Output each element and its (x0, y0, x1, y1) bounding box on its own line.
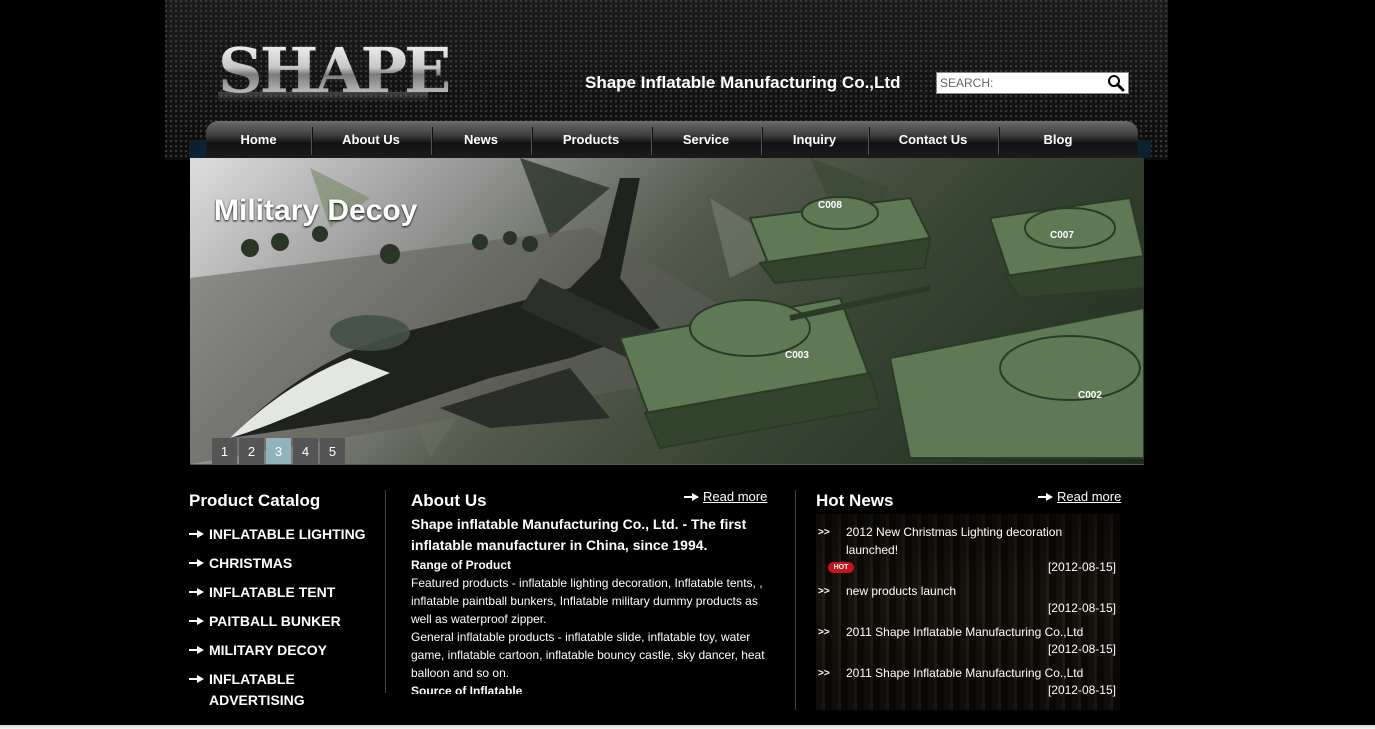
banner-slideshow[interactable]: C008 C007 C003 C002 Military Decoy 1 2 3… (190, 158, 1144, 464)
nav-label: Products (562, 132, 620, 147)
search-icon[interactable] (1106, 74, 1126, 92)
main-nav: Home About Us News Products Service Inqu… (206, 121, 1138, 158)
news-bullet: >> (818, 586, 830, 597)
hot-news-list: >> 2012 New Christmas Lighting decoratio… (816, 514, 1120, 710)
nav-products[interactable]: Products (531, 121, 651, 158)
news-item-date: [2012-08-15] (1047, 601, 1116, 615)
about-content: Shape inflatable Manufacturing Co., Ltd.… (411, 514, 767, 694)
search-input[interactable] (939, 74, 1104, 92)
slide-button-4[interactable]: 4 (293, 438, 318, 464)
nav-label: Service (682, 132, 730, 147)
news-title: Hot News (816, 491, 894, 510)
news-bullet: >> (818, 527, 830, 538)
catalog-item-christmas[interactable]: CHRISTMAS (189, 553, 379, 574)
logo[interactable]: SHAPE (218, 36, 451, 106)
product-catalog: INFLATABLE LIGHTING CHRISTMAS INFLATABLE… (189, 524, 379, 719)
banner-divider (190, 464, 1144, 465)
nav-label: Inquiry (792, 132, 837, 147)
tank-label: C008 (818, 200, 842, 211)
news-item-date: [2012-08-15] (1047, 683, 1116, 697)
slide-button-1[interactable]: 1 (212, 438, 237, 464)
news-item-date: [2012-08-15] (1047, 560, 1116, 574)
catalog-item-label: INFLATABLE TENT (209, 584, 336, 600)
nav-label: About Us (342, 132, 400, 147)
catalog-item-label: INFLATABLE LIGHTING (209, 526, 366, 542)
nav-inquiry[interactable]: Inquiry (761, 121, 868, 158)
nav-service[interactable]: Service (651, 121, 761, 158)
arrow-right-icon (189, 645, 205, 655)
nav-label: Contact Us (898, 132, 968, 147)
arrow-right-icon (189, 558, 205, 568)
arrow-right-icon (189, 587, 205, 597)
tank-label: C007 (1050, 230, 1074, 241)
column-divider (385, 490, 386, 693)
nav-label: News (464, 132, 498, 147)
range-title: Range of Product (411, 558, 512, 572)
catalog-title: Product Catalog (189, 491, 321, 510)
news-item-title[interactable]: 2011 Shape Inflatable Manufacturing Co.,… (846, 664, 1106, 682)
about-headline: Shape inflatable Manufacturing Co., Ltd.… (411, 516, 747, 553)
hot-badge: HOT (828, 562, 854, 573)
nav-news[interactable]: News (431, 121, 531, 158)
catalog-item-inflatable-lighting[interactable]: INFLATABLE LIGHTING (189, 524, 379, 545)
search-box (936, 72, 1129, 94)
slide-button-5[interactable]: 5 (320, 438, 345, 464)
catalog-item-label: MILITARY DECOY (209, 642, 327, 658)
catalog-item-label: INFLATABLE ADVERTISING (209, 671, 305, 708)
news-item-title[interactable]: new products launch (846, 582, 1106, 600)
read-more-label: Read more (1057, 489, 1122, 504)
catalog-item-inflatable-tent[interactable]: INFLATABLE TENT (189, 582, 379, 603)
arrow-right-icon (189, 616, 205, 626)
slide-button-3[interactable]: 3 (266, 438, 291, 464)
nav-label: Home (240, 132, 277, 147)
about-read-more-link[interactable]: Read more (684, 489, 767, 504)
catalog-item-label: PAITBALL BUNKER (209, 613, 341, 629)
browser-bottom-edge (0, 725, 1375, 729)
news-item-date: [2012-08-15] (1047, 642, 1116, 656)
nav-home[interactable]: Home (206, 121, 311, 158)
news-item-title[interactable]: 2011 Shape Inflatable Manufacturing Co.,… (846, 623, 1106, 641)
catalog-item-paitball-bunker[interactable]: PAITBALL BUNKER (189, 611, 379, 632)
slide-button-2[interactable]: 2 (239, 438, 264, 464)
news-bullet: >> (818, 668, 830, 679)
banner-title: Military Decoy (214, 194, 418, 227)
arrow-right-icon (1038, 492, 1054, 502)
news-read-more-link[interactable]: Read more (1038, 489, 1121, 504)
news-item-title[interactable]: 2012 New Christmas Lighting decoration l… (846, 523, 1106, 559)
read-more-label: Read more (703, 489, 768, 504)
arrow-right-icon (189, 529, 205, 539)
nav-blog[interactable]: Blog (998, 121, 1118, 158)
logo-reflection (218, 92, 428, 102)
tank-label: C002 (1078, 390, 1102, 401)
tank-label: C003 (785, 350, 809, 361)
nav-contact-us[interactable]: Contact Us (868, 121, 998, 158)
page-container: SHAPE Shape Inflatable Manufacturing Co.… (165, 0, 1168, 725)
catalog-item-military-decoy[interactable]: MILITARY DECOY (189, 640, 379, 661)
arrow-right-icon (684, 492, 700, 502)
company-name: Shape Inflatable Manufacturing Co.,Ltd (585, 73, 901, 92)
source-title: Source of Inflatable (411, 684, 523, 694)
column-divider (795, 490, 796, 710)
catalog-item-label: CHRISTMAS (209, 555, 293, 571)
about-title: About Us (411, 491, 487, 510)
featured-products-text: Featured products - inflatable lighting … (411, 576, 763, 626)
nav-about-us[interactable]: About Us (311, 121, 431, 158)
news-bullet: >> (818, 627, 830, 638)
catalog-item-inflatable-advertising[interactable]: INFLATABLE ADVERTISING (189, 669, 339, 711)
arrow-right-icon (189, 674, 205, 684)
nav-label: Blog (1043, 132, 1073, 147)
general-products-text: General inflatable products - inflatable… (411, 630, 765, 680)
